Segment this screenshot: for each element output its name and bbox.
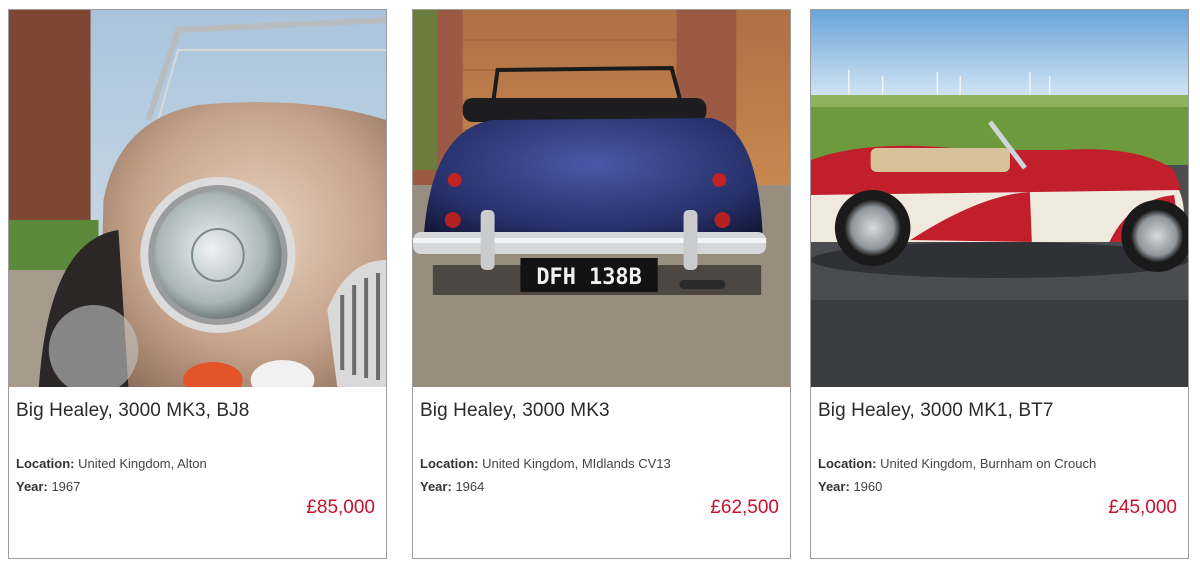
location-label: Location:: [818, 456, 877, 471]
listings-grid: Big Healey, 3000 MK3, BJ8 Location: Unit…: [0, 0, 1200, 576]
location-value: United Kingdom, Alton: [78, 456, 207, 471]
listing-location: Location: United Kingdom, Alton: [16, 456, 207, 471]
number-plate: DFH 138B: [536, 265, 641, 290]
car-photo-red-white: [811, 10, 1188, 387]
listing-title[interactable]: Big Healey, 3000 MK3: [420, 400, 610, 422]
listing-card[interactable]: Big Healey, 3000 MK1, BT7 Location: Unit…: [810, 9, 1189, 559]
listing-year: Year: 1964: [420, 479, 484, 494]
listing-photo[interactable]: DFH 138B: [413, 10, 790, 387]
listing-year: Year: 1967: [16, 479, 80, 494]
car-photo-champagne: [9, 10, 386, 387]
year-label: Year:: [818, 479, 850, 494]
listing-location: Location: United Kingdom, Burnham on Cro…: [818, 456, 1096, 471]
year-value: 1964: [455, 479, 485, 494]
year-label: Year:: [16, 479, 48, 494]
listing-card[interactable]: Big Healey, 3000 MK3, BJ8 Location: Unit…: [8, 9, 387, 559]
location-label: Location:: [16, 456, 75, 471]
location-label: Location:: [420, 456, 479, 471]
listing-title[interactable]: Big Healey, 3000 MK3, BJ8: [16, 400, 249, 422]
listing-location: Location: United Kingdom, MIdlands CV13: [420, 456, 671, 471]
year-label: Year:: [420, 479, 452, 494]
listing-title[interactable]: Big Healey, 3000 MK1, BT7: [818, 400, 1054, 422]
location-value: United Kingdom, MIdlands CV13: [482, 456, 671, 471]
car-photo-blue: DFH 138B: [413, 10, 790, 387]
listing-year: Year: 1960: [818, 479, 882, 494]
year-value: 1967: [51, 479, 81, 494]
location-value: United Kingdom, Burnham on Crouch: [880, 456, 1097, 471]
listing-card[interactable]: DFH 138B Big Healey, 3000 MK3 Location: …: [412, 9, 791, 559]
listing-photo[interactable]: [9, 10, 386, 387]
listing-price: £45,000: [1108, 497, 1177, 518]
listing-price: £62,500: [710, 497, 779, 518]
listing-price: £85,000: [306, 497, 375, 518]
year-value: 1960: [853, 479, 883, 494]
listing-photo[interactable]: [811, 10, 1188, 387]
